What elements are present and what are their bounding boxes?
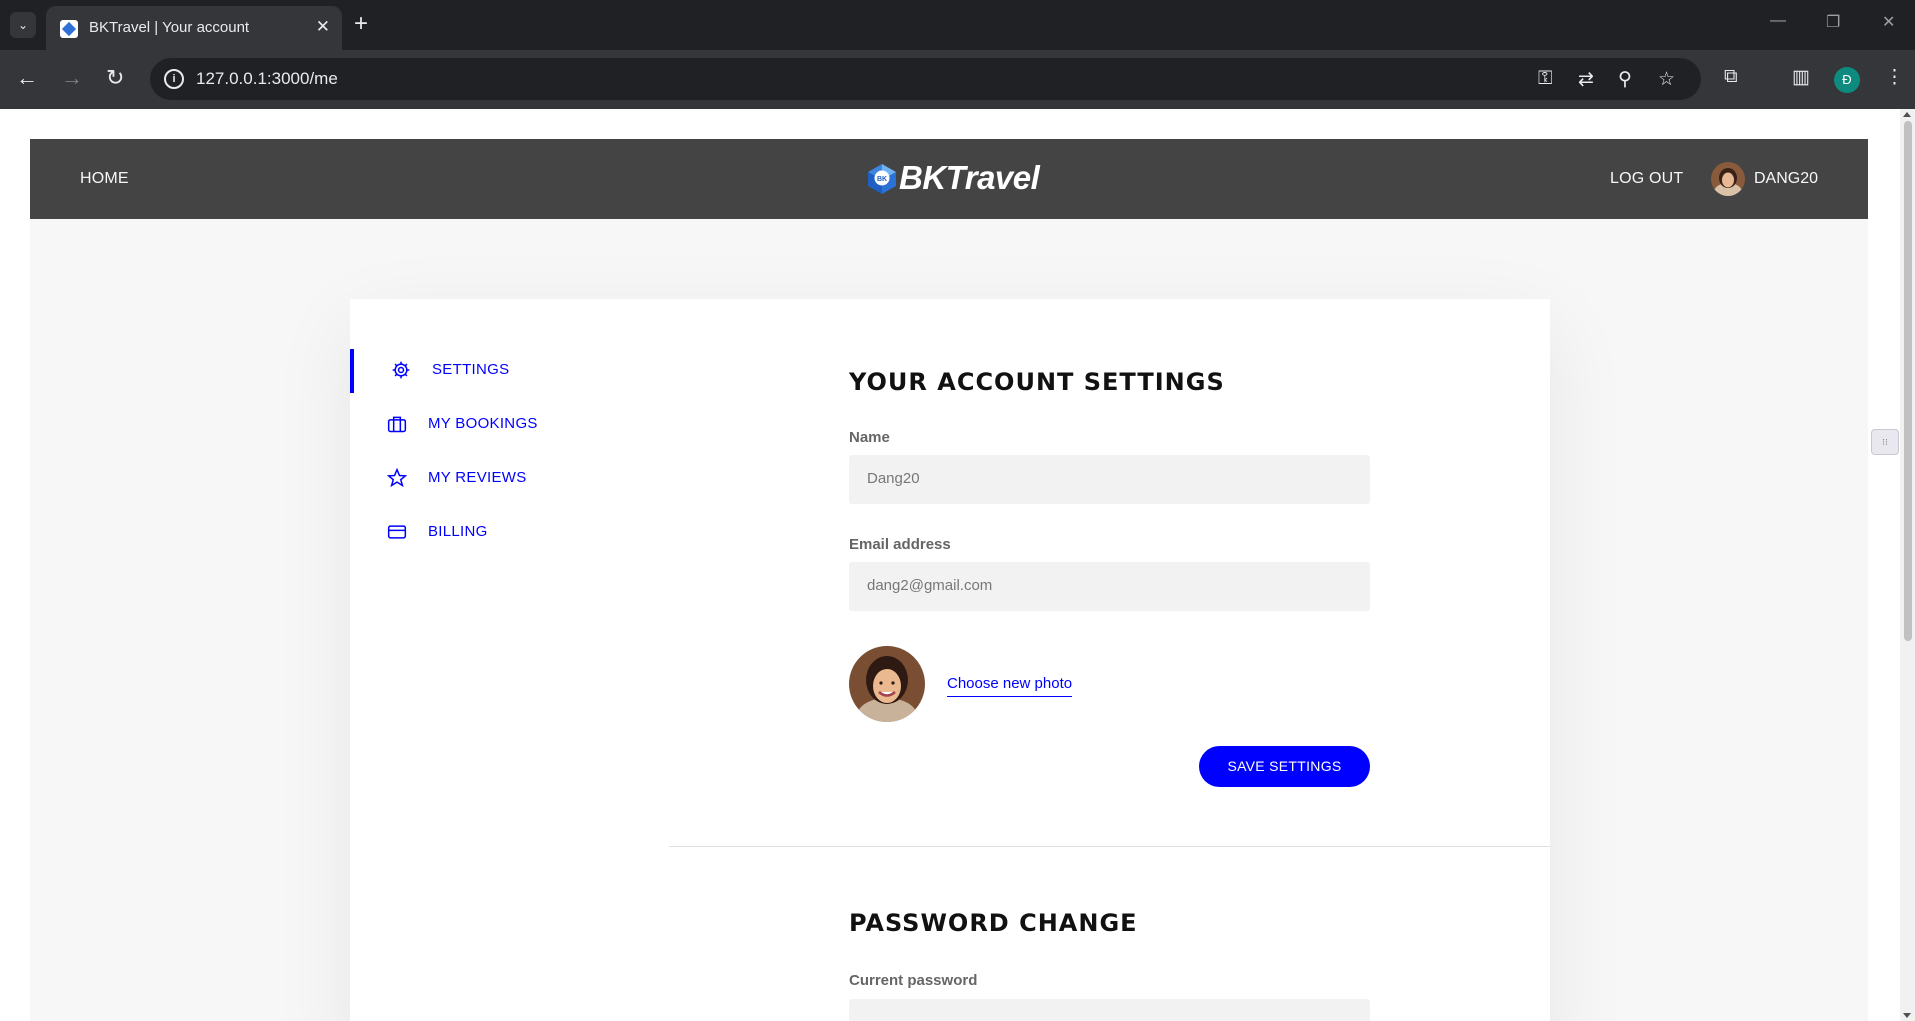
star-icon <box>387 468 407 488</box>
svg-text:BK: BK <box>877 176 887 183</box>
sidebar-item-label: MY BOOKINGS <box>428 415 538 432</box>
side-panel-icon[interactable]: ▥ <box>1792 66 1810 89</box>
translate-icon[interactable]: ⇄ <box>1578 68 1594 91</box>
tab-title: BKTravel | Your account <box>89 19 250 36</box>
gear-icon <box>392 361 410 379</box>
scroll-down-icon[interactable] <box>1903 1013 1911 1018</box>
chat-widget-icon[interactable]: ⁝⁝ <box>1871 429 1899 455</box>
sidebar-item-billing[interactable]: BILLING <box>350 511 650 555</box>
bookmark-star-icon[interactable]: ☆ <box>1658 68 1675 91</box>
sidebar-item-settings[interactable]: SETTINGS <box>350 349 650 393</box>
user-avatar[interactable] <box>1711 162 1745 196</box>
email-value: dang2@gmail.com <box>867 577 993 594</box>
password-change-title: PASSWORD CHANGE <box>849 909 1138 937</box>
scroll-thumb[interactable] <box>1904 121 1912 641</box>
current-password-input[interactable] <box>849 999 1370 1021</box>
email-input[interactable]: dang2@gmail.com <box>849 562 1370 611</box>
logout-link[interactable]: LOG OUT <box>1610 170 1683 188</box>
email-label: Email address <box>849 536 951 553</box>
home-link[interactable]: HOME <box>80 170 129 188</box>
name-value: Dang20 <box>867 470 920 487</box>
sidebar-item-bookings[interactable]: MY BOOKINGS <box>350 403 650 447</box>
window-close-icon[interactable]: ✕ <box>1882 12 1895 32</box>
minimize-icon[interactable]: — <box>1770 12 1786 30</box>
password-key-icon[interactable]: ⚿ <box>1538 68 1552 90</box>
current-password-label: Current password <box>849 972 978 989</box>
briefcase-icon <box>387 416 407 433</box>
extensions-icon[interactable]: ⧉ <box>1724 66 1738 88</box>
new-tab-button[interactable]: + <box>354 10 368 38</box>
site-header: HOME BK BKTravel LOG OUT DANG20 <box>30 139 1868 219</box>
user-name[interactable]: DANG20 <box>1754 170 1818 188</box>
forward-icon[interactable]: → <box>61 65 83 91</box>
scroll-up-icon[interactable] <box>1903 112 1911 117</box>
restore-icon[interactable]: ❐ <box>1826 12 1840 32</box>
url-text[interactable]: 127.0.0.1:3000/me <box>196 69 338 89</box>
sidebar-item-label: MY REVIEWS <box>428 469 527 486</box>
save-settings-button[interactable]: SAVE SETTINGS <box>1199 746 1370 787</box>
site-favicon-icon <box>60 20 78 38</box>
site-logo[interactable]: BK BKTravel <box>865 159 1045 199</box>
name-input[interactable]: Dang20 <box>849 455 1370 504</box>
browser-tab-strip: ⌄ BKTravel | Your account ✕ + — ❐ ✕ <box>0 0 1915 50</box>
reload-icon[interactable]: ↻ <box>106 65 124 91</box>
sidebar-item-label: BILLING <box>428 523 488 540</box>
account-card: SETTINGS MY BOOKINGS MY REVIEWS BILLING … <box>350 299 1550 1021</box>
tab-search-button[interactable]: ⌄ <box>10 12 36 38</box>
section-divider <box>669 846 1550 847</box>
address-bar[interactable]: i 127.0.0.1:3000/me ⚿ ⇄ ⚲ ☆ <box>150 58 1701 100</box>
name-label: Name <box>849 429 890 446</box>
browser-tab[interactable]: BKTravel | Your account ✕ <box>46 6 342 50</box>
logo-icon: BK <box>868 164 896 194</box>
back-icon[interactable]: ← <box>16 65 38 91</box>
close-tab-icon[interactable]: ✕ <box>316 17 330 37</box>
credit-card-icon <box>387 525 407 539</box>
site-info-icon[interactable]: i <box>164 69 184 89</box>
choose-photo-link[interactable]: Choose new photo <box>947 675 1073 697</box>
sidebar-item-label: SETTINGS <box>432 361 510 378</box>
sidebar-item-reviews[interactable]: MY REVIEWS <box>350 457 650 501</box>
page-scrollbar[interactable] <box>1900 109 1915 1021</box>
account-settings-title: YOUR ACCOUNT SETTINGS <box>849 368 1225 396</box>
browser-toolbar: ← → ↻ i 127.0.0.1:3000/me ⚿ ⇄ ⚲ ☆ ⧉ ▥ Đ … <box>0 50 1915 109</box>
user-photo <box>849 646 925 722</box>
zoom-icon[interactable]: ⚲ <box>1618 68 1632 91</box>
profile-avatar[interactable]: Đ <box>1834 67 1860 93</box>
menu-dots-icon[interactable]: ⋮ <box>1885 66 1904 89</box>
page-viewport: HOME BK BKTravel LOG OUT DANG20 SETTINGS… <box>0 109 1900 1021</box>
logo-text: BKTravel <box>899 159 1040 196</box>
